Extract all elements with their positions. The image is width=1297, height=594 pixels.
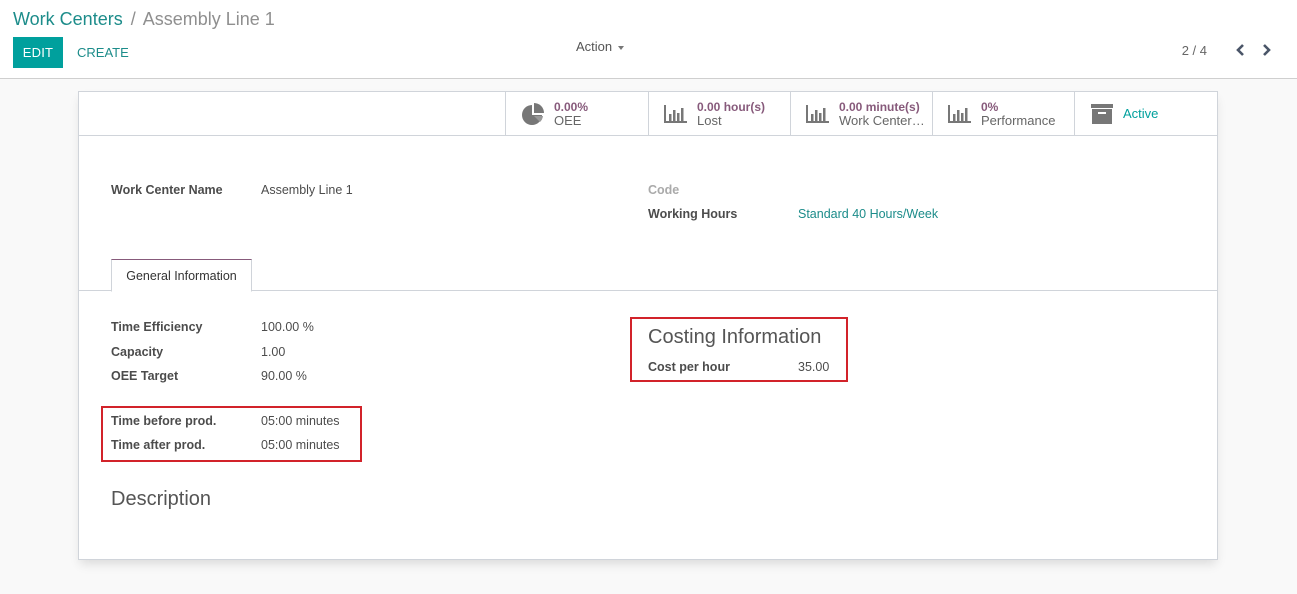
working-hours-link[interactable]: Standard 40 Hours/Week (798, 207, 938, 221)
tab-general-information[interactable]: General Information (111, 259, 252, 292)
time-efficiency-value: 100.00 % (261, 320, 314, 334)
active-label: Active (1123, 106, 1159, 121)
chevron-left-icon (1235, 44, 1244, 56)
time-after-prod-label: Time after prod. (111, 438, 206, 452)
pie-chart-icon (520, 101, 546, 127)
time-after-prod-value: 05:00 minutes (261, 438, 340, 452)
action-label: Action (576, 39, 613, 54)
bar-chart-icon (947, 101, 973, 127)
stat-value: 0.00 hour(s) (697, 99, 766, 114)
chevron-right-icon (1262, 44, 1271, 56)
time-efficiency-label: Time Efficiency (111, 320, 203, 334)
tab-label: General Information (126, 268, 237, 283)
stat-value: 0% (981, 99, 999, 114)
description-title: Description (111, 488, 212, 510)
lost-stat-button[interactable]: 0.00 hour(s) Lost (648, 92, 791, 135)
archive-icon (1089, 101, 1115, 127)
action-dropdown[interactable]: Action (576, 39, 625, 57)
pager-value[interactable]: 2 / 4 (1182, 43, 1207, 58)
stat-label: OEE (554, 113, 582, 128)
form-sheet: 0.00% OEE 0.00 hour(s) Lost 0.00 minute(… (78, 91, 1218, 560)
bar-chart-icon (663, 101, 689, 127)
stat-value: 0.00 minute(s) (839, 99, 920, 114)
oee-target-label: OEE Target (111, 369, 179, 383)
time-before-prod-label: Time before prod. (111, 414, 217, 428)
capacity-label: Capacity (111, 345, 164, 359)
stat-label: Lost (697, 113, 722, 128)
cost-per-hour-value: 35.00 (798, 360, 830, 374)
bar-chart-icon (805, 101, 831, 127)
active-toggle-button[interactable]: Active (1074, 92, 1217, 135)
stat-value: 0.00% (554, 99, 589, 114)
pager-next-button[interactable] (1259, 42, 1273, 58)
code-label: Code (648, 183, 680, 197)
work-center-load-stat-button[interactable]: 0.00 minute(s) Work Center… (790, 92, 933, 135)
caret-down-icon (618, 45, 625, 50)
costing-information-title: Costing Information (648, 326, 822, 348)
breadcrumb-separator: / (130, 9, 136, 29)
control-panel: Work Centers / Assembly Line 1 EDIT CREA… (0, 0, 1297, 79)
stat-label: Performance (981, 113, 1056, 128)
oee-stat-button[interactable]: 0.00% OEE (505, 92, 648, 135)
button-box: 0.00% OEE 0.00 hour(s) Lost 0.00 minute(… (79, 92, 1217, 136)
edit-button[interactable]: EDIT (13, 37, 63, 68)
work-center-name-value: Assembly Line 1 (261, 183, 353, 197)
breadcrumb-current: Assembly Line 1 (142, 9, 275, 29)
stat-label: Work Center… (839, 113, 925, 128)
oee-target-value: 90.00 % (261, 369, 307, 383)
pager-previous-button[interactable] (1233, 42, 1247, 58)
cost-per-hour-label: Cost per hour (648, 360, 730, 374)
working-hours-label: Working Hours (648, 207, 738, 221)
create-button[interactable]: CREATE (69, 37, 137, 68)
pager: 2 / 4 (1182, 42, 1273, 58)
breadcrumb: Work Centers / Assembly Line 1 (13, 8, 275, 30)
work-center-name-label: Work Center Name (111, 183, 223, 197)
capacity-value: 1.00 (261, 345, 286, 359)
time-before-prod-value: 05:00 minutes (261, 414, 340, 428)
breadcrumb-work-centers[interactable]: Work Centers (13, 9, 123, 29)
performance-stat-button[interactable]: 0% Performance (932, 92, 1075, 135)
